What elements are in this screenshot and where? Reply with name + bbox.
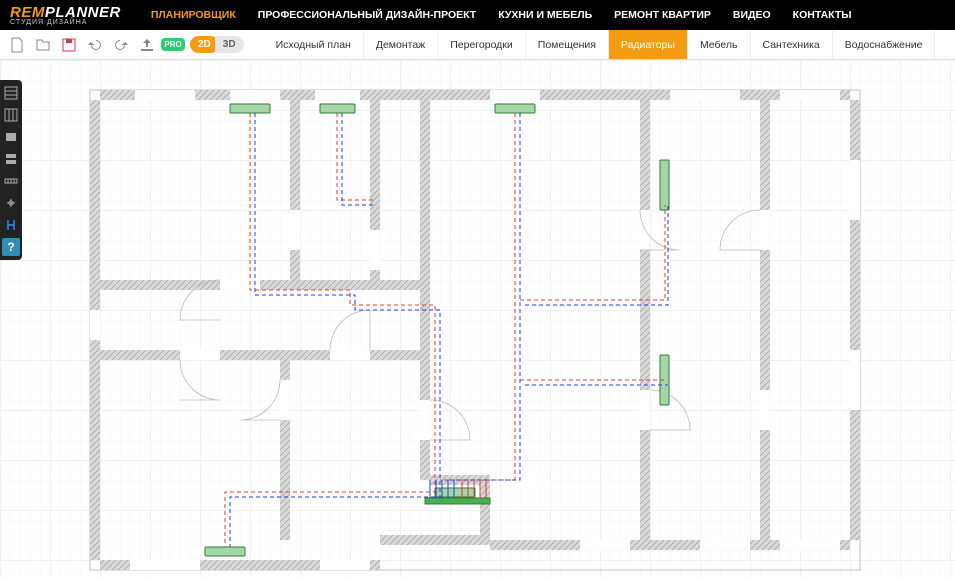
side-tool-5-icon[interactable] <box>2 172 20 190</box>
side-tool-7-icon[interactable] <box>2 216 20 234</box>
main-nav: ПЛАНИРОВЩИК ПРОФЕССИОНАЛЬНЫЙ ДИЗАЙН-ПРОЕ… <box>151 9 852 21</box>
nav-contacts[interactable]: КОНТАКТЫ <box>793 9 852 21</box>
side-tool-6-icon[interactable] <box>2 194 20 212</box>
side-tool-4-icon[interactable] <box>2 150 20 168</box>
view-toggle: 2D 3D <box>190 36 244 53</box>
export-icon[interactable] <box>136 34 158 56</box>
logo-sub: СТУДИЯ ДИЗАЙНА <box>10 19 87 26</box>
tab-plumbing[interactable]: Сантехника <box>751 30 833 59</box>
tool-icons: PRO <box>6 34 184 56</box>
tab-demolition[interactable]: Демонтаж <box>364 30 438 59</box>
plan-tabs: Исходный план Демонтаж Перегородки Помещ… <box>264 30 936 59</box>
radiators[interactable] <box>205 104 669 556</box>
tab-water-supply[interactable]: Водоснабжение <box>833 30 936 59</box>
door-arcs <box>180 210 760 440</box>
nav-kitchens[interactable]: КУХНИ И МЕБЕЛЬ <box>498 9 592 21</box>
side-tool-3-icon[interactable] <box>2 128 20 146</box>
undo-icon[interactable] <box>84 34 106 56</box>
toolbar: PRO 2D 3D Исходный план Демонтаж Перегор… <box>0 30 955 60</box>
nav-video[interactable]: ВИДЕО <box>733 9 771 21</box>
workspace[interactable]: ? <box>0 60 955 577</box>
tab-partitions[interactable]: Перегородки <box>438 30 526 59</box>
open-file-icon[interactable] <box>32 34 54 56</box>
nav-planner[interactable]: ПЛАНИРОВЩИК <box>151 9 236 21</box>
floorplan-canvas[interactable] <box>80 80 880 580</box>
save-icon[interactable] <box>58 34 80 56</box>
pro-badge[interactable]: PRO <box>162 34 184 56</box>
redo-icon[interactable] <box>110 34 132 56</box>
new-file-icon[interactable] <box>6 34 28 56</box>
nav-design-project[interactable]: ПРОФЕССИОНАЛЬНЫЙ ДИЗАЙН-ПРОЕКТ <box>258 9 476 21</box>
tab-furniture[interactable]: Мебель <box>688 30 751 59</box>
tab-rooms[interactable]: Помещения <box>526 30 609 59</box>
side-toolbar: ? <box>0 80 22 260</box>
top-header: REMPLANNER СТУДИЯ ДИЗАЙНА ПЛАНИРОВЩИК ПР… <box>0 0 955 30</box>
side-tool-2-icon[interactable] <box>2 106 20 124</box>
tab-radiators[interactable]: Радиаторы <box>609 30 688 59</box>
tab-original-plan[interactable]: Исходный план <box>264 30 364 59</box>
nav-renovation[interactable]: РЕМОНТ КВАРТИР <box>614 9 711 21</box>
side-tool-1-icon[interactable] <box>2 84 20 102</box>
side-help-button[interactable]: ? <box>2 238 20 256</box>
view-3d-button[interactable]: 3D <box>215 36 244 53</box>
logo[interactable]: REMPLANNER СТУДИЯ ДИЗАЙНА <box>10 4 121 26</box>
